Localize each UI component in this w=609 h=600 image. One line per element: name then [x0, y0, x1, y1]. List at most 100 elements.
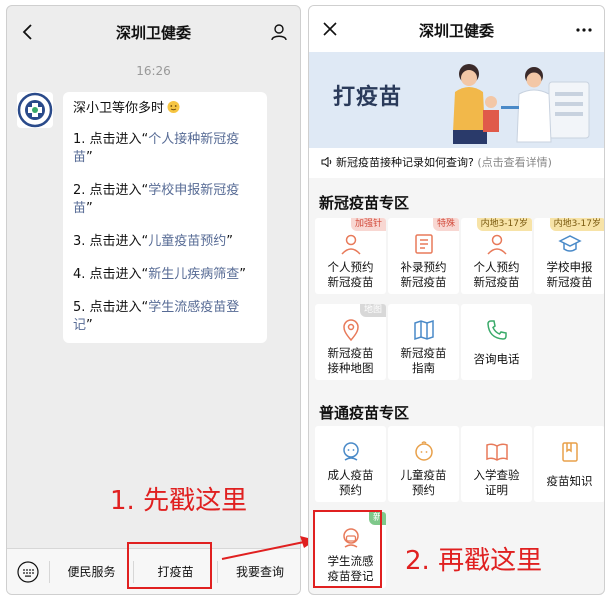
tile-adult-vaccine[interactable]: 成人疫苗 预约 — [315, 426, 386, 502]
tile-label: 新冠疫苗 指南 — [388, 346, 459, 376]
chat-header: 深圳卫健委 — [7, 6, 300, 58]
tile-label-line2: 预约 — [339, 483, 362, 497]
phone-icon — [487, 320, 507, 340]
graduation-cap-icon — [558, 235, 582, 252]
tile-label: 成人疫苗 预约 — [315, 468, 386, 498]
tile-enrollment-certificate[interactable]: 入学查验 证明 — [461, 426, 532, 502]
tile-badge: 内地3-17岁 — [549, 218, 604, 231]
person-icon — [341, 234, 361, 255]
tile-badge: 特殊 — [432, 218, 459, 231]
message-item-1[interactable]: 1. 点击进入“个人接种新冠疫苗” — [73, 131, 257, 167]
tile-label-line1: 新冠疫苗 — [327, 346, 374, 360]
tile-label: 儿童疫苗 预约 — [388, 468, 459, 498]
map-pin-icon — [343, 319, 359, 342]
vaccination-illustration-icon — [453, 64, 590, 144]
banner-title: 打疫苗 — [333, 85, 403, 110]
link-newborn-screening[interactable]: 新生儿疾病筛查 — [148, 267, 239, 282]
chat-title: 深圳卫健委 — [115, 24, 191, 42]
message-item-5[interactable]: 5. 点击进入“学生流感疫苗登记” — [73, 299, 257, 335]
person-icon — [487, 234, 507, 255]
highlight-box-get-vaccinated — [127, 542, 212, 589]
greeting-text: 深小卫等你多时 — [73, 101, 165, 116]
tile-label-line2: 新冠疫苗 — [546, 275, 593, 289]
banner: 打疫苗 — [309, 52, 604, 148]
message-bubble: 深小卫等你多时 1. 点击进入“个人接种新冠疫苗” 2. 点击进入“学校申报新冠… — [63, 92, 267, 343]
tile-label: 补录预约 新冠疫苗 — [388, 260, 459, 290]
notice-hint: (点击查看详情) — [477, 156, 552, 169]
tile-label: 入学查验 证明 — [461, 468, 532, 498]
tile-label-line2: 新冠疫苗 — [327, 275, 374, 289]
notice-bar[interactable]: 新冠疫苗接种记录如何查询? (点击查看详情) — [309, 148, 604, 178]
tile-label-line1: 入学查验 — [473, 468, 520, 482]
tile-label-line2: 预约 — [412, 483, 435, 497]
message-timestamp: 16:26 — [136, 64, 171, 78]
section-title-regular: 普通疫苗专区 — [319, 404, 410, 422]
tile-personal-covid-minor[interactable]: 内地3-17岁 个人预约 新冠疫苗 — [461, 218, 532, 294]
more-icon[interactable] — [576, 28, 592, 32]
menu-convenience-services[interactable]: 便民服务 — [50, 563, 133, 580]
arrow-icon — [221, 536, 316, 560]
person-icon[interactable] — [270, 23, 288, 41]
tile-label-line1: 补录预约 — [400, 260, 447, 274]
keyboard-icon[interactable] — [17, 561, 39, 583]
tile-label-line2: 新冠疫苗 — [400, 275, 447, 289]
tile-badge: 内地3-17岁 — [476, 218, 532, 231]
item-prefix: 4. 点击进入“ — [73, 267, 149, 282]
tile-personal-covid-booster[interactable]: 加强针 个人预约 新冠疫苗 — [315, 218, 386, 294]
tile-label-line1: 新冠疫苗 — [400, 346, 447, 360]
vaccine-miniprogram-screen: 深圳卫健委 打疫苗 新冠疫苗接种记录如何查询? (点击查看详情) 新冠疫苗专区 … — [308, 5, 605, 595]
message-item-2[interactable]: 2. 点击进入“学校申报新冠疫苗” — [73, 182, 257, 218]
annotation-step-2: 2. 再戳这里 — [405, 546, 543, 576]
tile-vaccine-knowledge[interactable]: 疫苗知识 — [534, 426, 604, 502]
tile-label-line1: 个人预约 — [327, 260, 374, 274]
item-suffix: ” — [226, 234, 234, 249]
tile-label-line1: 儿童疫苗 — [400, 468, 447, 482]
greeting-line: 深小卫等你多时 — [73, 100, 257, 118]
tile-label-line1: 学校申报 — [546, 260, 593, 274]
tile-badge: 地图 — [359, 304, 386, 317]
tile-label-line2: 证明 — [485, 483, 508, 497]
tile-covid-guide[interactable]: 新冠疫苗 指南 — [388, 304, 459, 380]
adult-icon — [343, 442, 359, 461]
tile-label: 疫苗知识 — [546, 474, 593, 488]
book-map-icon — [414, 319, 434, 341]
tile-label: 个人预约 新冠疫苗 — [461, 260, 532, 290]
item-prefix: 2. 点击进入“ — [73, 183, 149, 198]
tile-child-vaccine[interactable]: 儿童疫苗 预约 — [388, 426, 459, 502]
link-child-vaccine[interactable]: 儿童疫苗预约 — [148, 234, 226, 249]
item-prefix: 3. 点击进入“ — [73, 234, 149, 249]
tile-label-line2: 指南 — [412, 361, 435, 375]
tile-label-line2: 新冠疫苗 — [473, 275, 520, 289]
notice-text: 新冠疫苗接种记录如何查询? — [336, 156, 474, 169]
tile-label: 新冠疫苗 接种地图 — [315, 346, 386, 376]
annotation-step-1: 1. 先戳这里 — [110, 486, 248, 516]
tile-label-line1: 成人疫苗 — [327, 468, 374, 482]
item-suffix: ” — [86, 201, 93, 216]
tile-supplement-covid[interactable]: 特殊 补录预约 新冠疫苗 — [388, 218, 459, 294]
tile-label-line1: 个人预约 — [473, 260, 520, 274]
register-icon — [415, 234, 433, 254]
health-commission-logo-icon — [17, 92, 53, 128]
open-book-icon — [486, 443, 508, 461]
knowledge-icon — [562, 442, 578, 462]
highlight-box-student-flu — [313, 510, 382, 588]
tile-school-covid[interactable]: 内地3-17岁 学校申报 新冠疫苗 — [534, 218, 604, 294]
tile-covid-map[interactable]: 地图 新冠疫苗 接种地图 — [315, 304, 386, 380]
baby-icon — [415, 441, 433, 461]
page-title: 深圳卫健委 — [418, 22, 494, 40]
tile-label: 咨询电话 — [473, 352, 520, 366]
avatar[interactable] — [17, 92, 53, 128]
tile-hotline[interactable]: 咨询电话 — [461, 304, 532, 380]
item-suffix: ” — [239, 267, 247, 282]
item-suffix: ” — [86, 318, 93, 333]
item-suffix: ” — [86, 150, 93, 165]
emoji-icon — [167, 101, 180, 113]
message-item-3[interactable]: 3. 点击进入“儿童疫苗预约” — [73, 233, 257, 251]
tile-badge: 加强针 — [350, 218, 386, 231]
message-item-4[interactable]: 4. 点击进入“新生儿疾病筛查” — [73, 266, 257, 284]
item-prefix: 1. 点击进入“ — [73, 132, 149, 147]
miniprogram-header: 深圳卫健委 — [309, 6, 604, 52]
tile-label-line2: 接种地图 — [327, 361, 374, 375]
section-title-covid: 新冠疫苗专区 — [319, 194, 410, 212]
speaker-icon — [321, 157, 332, 167]
